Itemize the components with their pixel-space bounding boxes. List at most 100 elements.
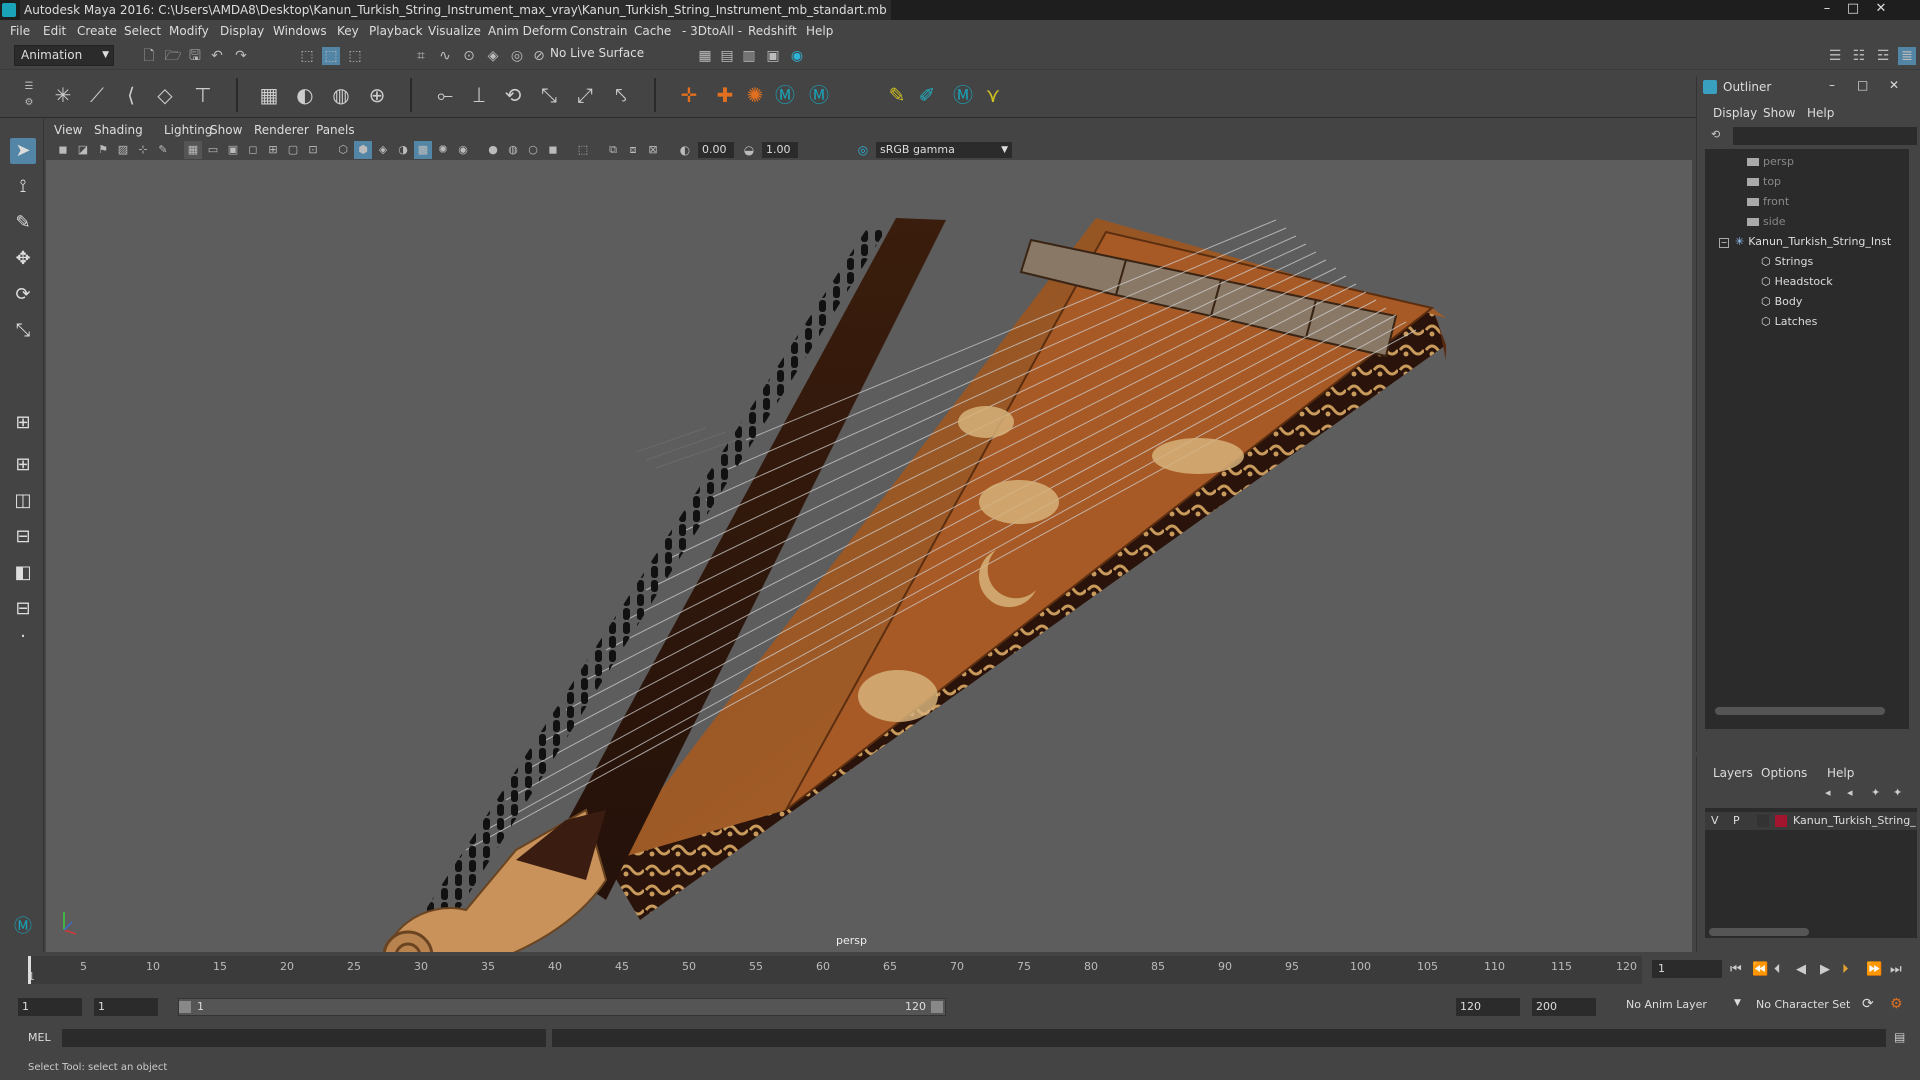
backface-culling-icon[interactable]: ⊠ (644, 141, 662, 159)
menu-set-selector[interactable]: Animation ▼ (14, 45, 114, 66)
minimize-button[interactable]: – (1816, 1, 1838, 17)
menu-select[interactable]: Select (124, 24, 161, 38)
depth-of-field-icon[interactable]: ◼ (544, 141, 562, 159)
point-constraint-icon[interactable]: ⟜ (432, 82, 458, 108)
parent-constraint-icon[interactable]: ⤢ (572, 82, 598, 108)
2d-pan-zoom-icon[interactable]: ⊹ (134, 141, 152, 159)
panel-menu-shading[interactable]: Shading (94, 123, 143, 137)
channel-box-icon[interactable]: ≣ (1898, 47, 1916, 65)
redo-icon[interactable]: ↷ (232, 47, 250, 65)
graph-persp-layout-icon[interactable]: ◧ (10, 560, 36, 586)
panel-menu-show[interactable]: Show (210, 123, 242, 137)
aim-constraint-icon[interactable]: ⟘ (466, 82, 492, 108)
menu-redshift[interactable]: Redshift (748, 24, 797, 38)
resolution-gate-icon[interactable]: ▣ (224, 141, 242, 159)
outliner-list[interactable]: persp top front side − ✳ Kanun_Turkish_Str… (1705, 149, 1909, 729)
playback-end-field[interactable]: 120 (1456, 998, 1520, 1016)
step-forward-frame-icon[interactable]: ⏩ (1866, 962, 1882, 977)
outliner-item[interactable]: top (1747, 175, 1781, 188)
wire-icon[interactable]: ⊕ (364, 82, 390, 108)
pole-vector-icon[interactable]: ⤣ (608, 82, 634, 108)
menu-cache[interactable]: Cache (634, 24, 671, 38)
go-to-start-icon[interactable]: ⏮ (1730, 962, 1742, 977)
auto-key-icon[interactable]: ⟳ (1862, 996, 1874, 1012)
orient-constraint-icon[interactable]: ⟲ (500, 82, 526, 108)
collapse-icon[interactable]: − (1719, 238, 1729, 248)
menu-playback[interactable]: Playback (369, 24, 423, 38)
menu-display[interactable]: Display (220, 24, 264, 38)
tool-settings-icon[interactable]: ☲ (1874, 47, 1892, 65)
menu-modify[interactable]: Modify (169, 24, 209, 38)
select-tool-icon[interactable]: ➤ (10, 138, 36, 164)
go-to-end-icon[interactable]: ⏭ (1890, 962, 1902, 977)
play-backwards-icon[interactable]: ◀ (1796, 962, 1806, 977)
new-layer-selected-icon[interactable]: ✦ (1893, 786, 1902, 799)
current-time-marker[interactable] (28, 956, 31, 984)
gamma-field[interactable]: 1.00 (762, 142, 798, 158)
scale-constraint-icon[interactable]: ⤡ (536, 82, 562, 108)
motion-blur-icon[interactable]: ◍ (504, 141, 522, 159)
select-hierarchy-icon[interactable]: ⬚ (298, 47, 316, 65)
step-back-frame-icon[interactable]: ⏪ (1752, 962, 1768, 977)
animation-end-field[interactable]: 200 (1532, 998, 1596, 1016)
panel-menu-renderer[interactable]: Renderer (254, 123, 309, 137)
make-live-icon[interactable]: ⊘ (530, 47, 548, 65)
panel-menu-view[interactable]: View (54, 123, 82, 137)
wireframe-icon[interactable]: ⬡ (334, 141, 352, 159)
four-view-layout-icon[interactable]: ⊞ (10, 452, 36, 478)
range-start-handle[interactable] (179, 1001, 191, 1013)
outliner-menu-show[interactable]: Show (1763, 106, 1795, 120)
smooth-shade-icon[interactable]: ⬢ (354, 141, 372, 159)
maximize-icon[interactable]: □ (1857, 78, 1868, 92)
menu-visualize[interactable]: Visualize (428, 24, 481, 38)
ik-handle-icon[interactable]: ⟋ (84, 82, 110, 108)
safe-action-icon[interactable]: ▢ (284, 141, 302, 159)
modeling-toolkit-icon[interactable]: ☰ (1826, 47, 1844, 65)
rotate-tool-icon[interactable]: ⟳ (10, 282, 36, 308)
layer-playback-toggle[interactable]: P (1733, 814, 1740, 827)
render-view-icon[interactable]: ▣ (764, 47, 782, 65)
layers-menu-help[interactable]: Help (1827, 766, 1854, 780)
isolate-select-icon[interactable]: ⬚ (574, 141, 592, 159)
play-forwards-icon[interactable]: ▶ (1820, 962, 1830, 977)
xray-icon[interactable]: ◑ (394, 141, 412, 159)
menu-file[interactable]: File (10, 24, 30, 38)
panel-menu-lighting[interactable]: Lighting (164, 123, 213, 137)
outliner-menu-help[interactable]: Help (1807, 106, 1834, 120)
shadows-icon[interactable]: ◉ (454, 141, 472, 159)
snap-curve-icon[interactable]: ∿ (436, 47, 454, 65)
playback-start-field[interactable]: 1 (94, 998, 158, 1016)
view-transform-dropdown[interactable]: sRGB gamma ▼ (876, 142, 1012, 158)
move-tool-icon[interactable]: ✥ (10, 246, 36, 272)
hypershade-layout-icon[interactable]: ⊟ (10, 596, 36, 622)
two-pane-layout-icon[interactable]: ◫ (10, 488, 36, 514)
attribute-editor-icon[interactable]: ☷ (1850, 47, 1868, 65)
animation-preferences-icon[interactable]: ⚙ (1890, 996, 1903, 1012)
render-frame-icon[interactable]: ▤ (718, 47, 736, 65)
script-language-toggle[interactable]: MEL (28, 1031, 51, 1044)
move-layer-up-icon[interactable]: ◂ (1825, 786, 1831, 799)
xray-joints-icon[interactable]: ⧉ (604, 141, 622, 159)
field-chart-icon[interactable]: ⊞ (264, 141, 282, 159)
layers-menu-layers[interactable]: Layers (1713, 766, 1753, 780)
menu-create[interactable]: Create (77, 24, 117, 38)
sculpt-icon[interactable]: ✐ (914, 82, 940, 108)
save-scene-icon[interactable]: 🖫 (186, 47, 204, 65)
step-back-key-icon[interactable]: ⏴ (1774, 962, 1781, 977)
layers-menu-options[interactable]: Options (1761, 766, 1807, 780)
menu-key[interactable]: Key (337, 24, 359, 38)
outliner-item[interactable]: front (1747, 195, 1789, 208)
color-management-icon[interactable]: ◎ (854, 141, 872, 159)
range-end-handle[interactable] (931, 1001, 943, 1013)
layer-hscrollbar[interactable] (1709, 928, 1809, 936)
outliner-item[interactable]: ⬡ Latches (1761, 315, 1817, 328)
motion-trail-icon[interactable]: Ⓜ (950, 82, 976, 108)
character-controls-icon[interactable]: Ⓜ (806, 82, 832, 108)
outliner-item[interactable]: side (1747, 215, 1786, 228)
menu-help[interactable]: Help (806, 24, 833, 38)
set-key-icon[interactable]: ✺ (742, 82, 768, 108)
expand-toolbox-icon[interactable]: · (10, 624, 36, 650)
create-locator-icon[interactable]: ✚ (712, 82, 738, 108)
shelf-settings-icon[interactable]: ⚙ (20, 94, 38, 112)
new-layer-icon[interactable]: ✦ (1871, 786, 1880, 799)
